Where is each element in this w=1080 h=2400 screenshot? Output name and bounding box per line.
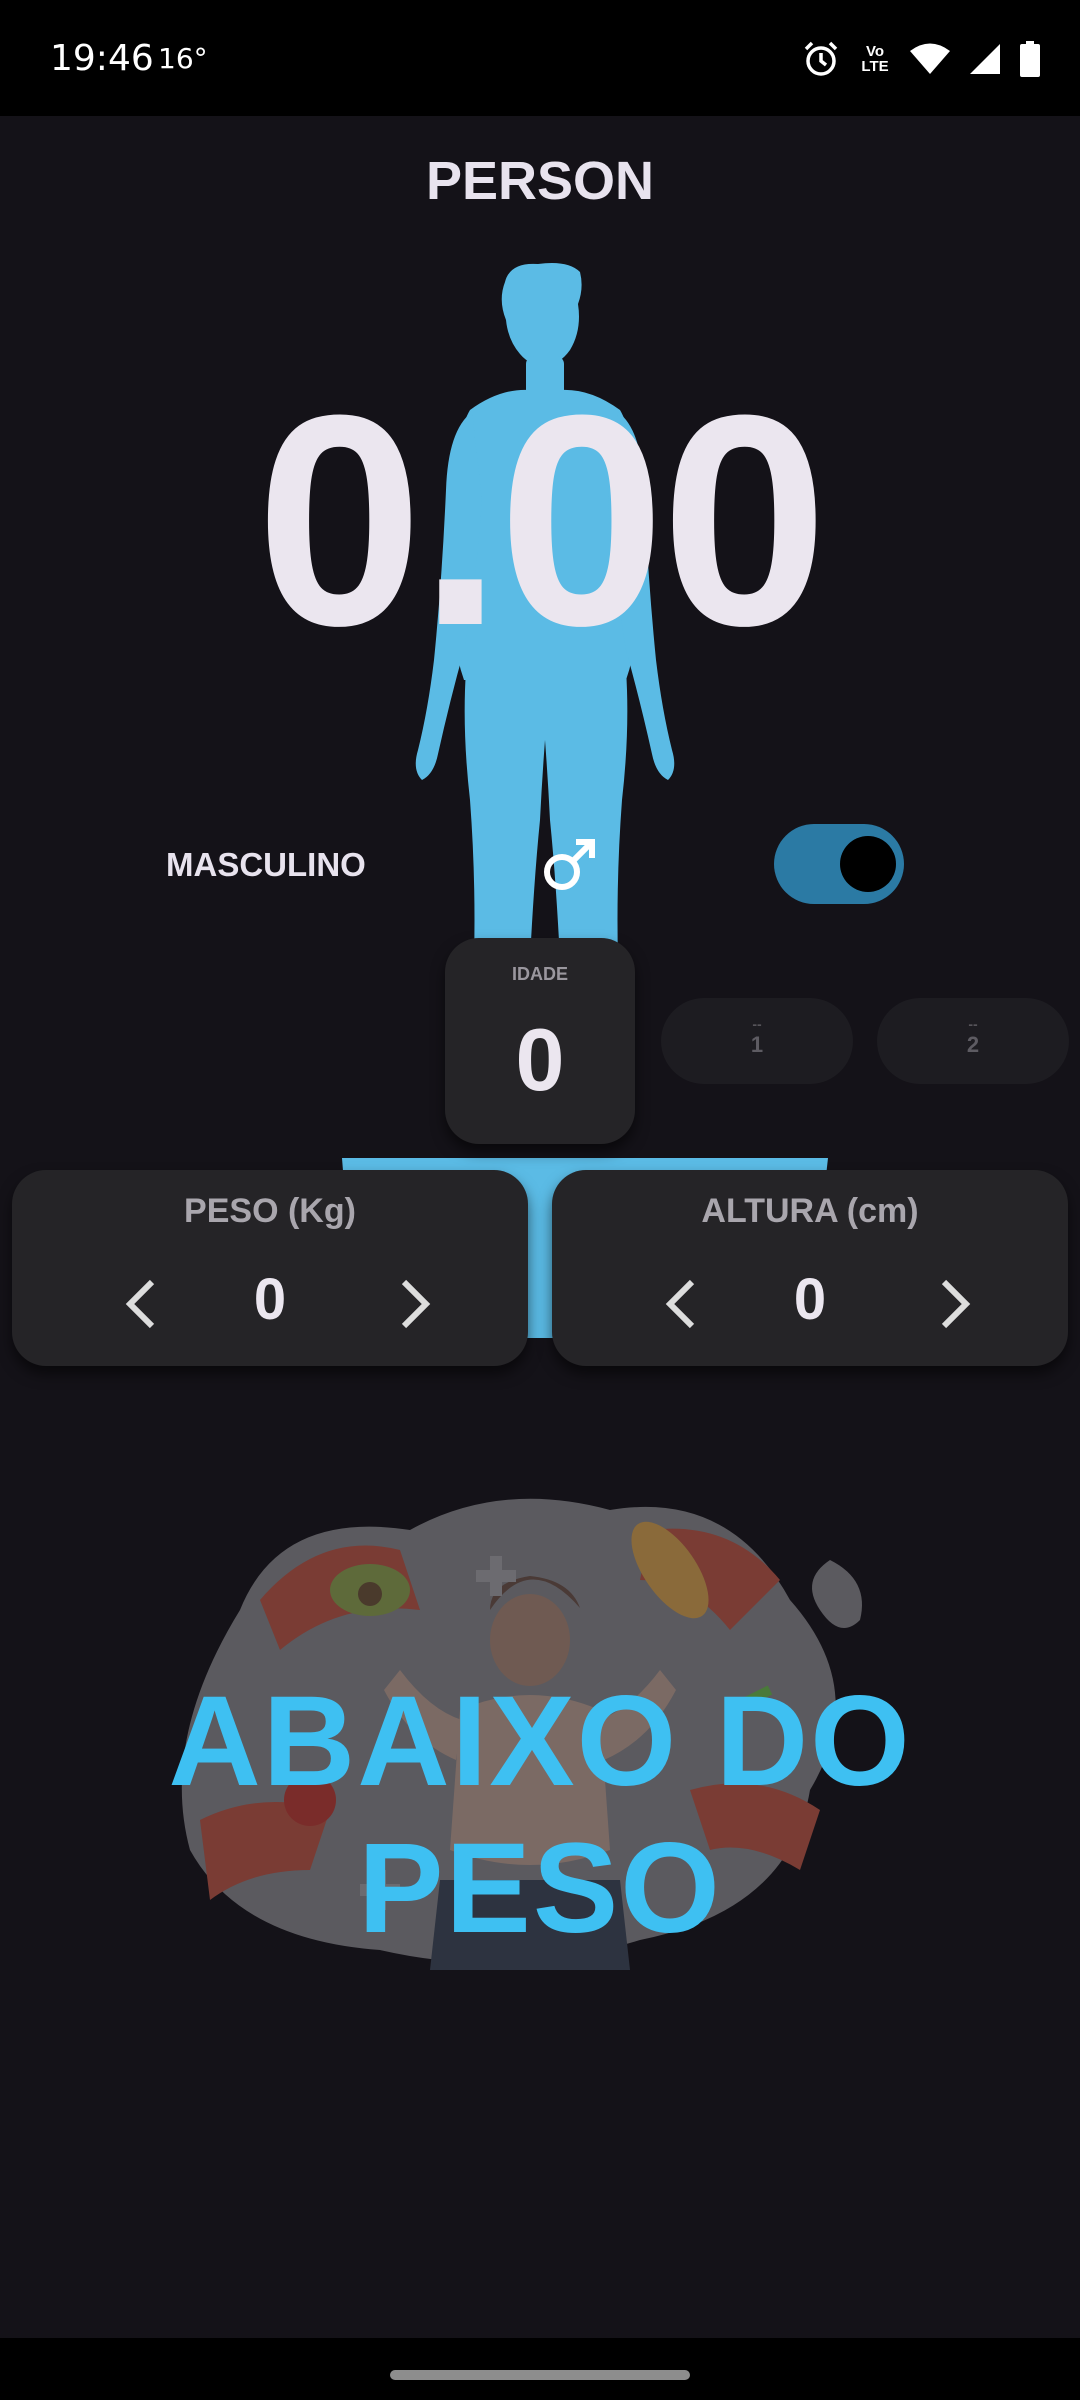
male-symbol-icon	[538, 834, 600, 901]
signal-icon	[968, 42, 1002, 76]
home-gesture-handle[interactable]	[390, 2370, 690, 2380]
age-option-dash: --	[968, 1016, 978, 1032]
alarm-icon	[802, 40, 840, 78]
age-option-value: 2	[966, 1032, 980, 1057]
gender-toggle[interactable]	[774, 824, 904, 904]
gender-label: MASCULINO	[166, 846, 366, 883]
age-value: 0	[515, 1010, 565, 1109]
age-option-dash: --	[752, 1016, 762, 1032]
toggle-knob	[840, 836, 896, 892]
status-bar: 19:46 16° Vo LTE	[0, 0, 1080, 116]
age-label: IDADE	[511, 964, 568, 984]
bmi-value: 0.00	[256, 352, 828, 688]
bmi-result-text: ABAIXO DO PESO	[168, 1670, 912, 1960]
age-card[interactable]: IDADE 0	[445, 938, 635, 1144]
weight-value: 0	[253, 1267, 287, 1332]
weight-decrease-chevron-left-icon[interactable]	[114, 1274, 174, 1334]
age-option-value: 1	[750, 1032, 764, 1057]
page-title: PERSON	[425, 151, 655, 211]
height-card: ALTURA (cm) 0	[552, 1170, 1068, 1366]
height-decrease-chevron-left-icon[interactable]	[654, 1274, 714, 1334]
status-temperature: 16°	[158, 42, 208, 75]
height-title: ALTURA (cm)	[701, 1192, 919, 1230]
height-increase-chevron-right-icon[interactable]	[922, 1274, 982, 1334]
weight-increase-chevron-right-icon[interactable]	[382, 1274, 442, 1334]
wifi-icon	[910, 42, 950, 76]
status-time: 19:46	[50, 38, 154, 79]
weight-title: PESO (Kg)	[184, 1192, 356, 1230]
volte-icon: Vo LTE	[861, 43, 889, 75]
navigation-bar	[0, 2338, 1080, 2400]
status-icons: Vo LTE	[802, 40, 1040, 78]
age-option-2[interactable]: -- 2	[877, 998, 1069, 1084]
height-value: 0	[793, 1267, 827, 1332]
age-option-1[interactable]: -- 1	[661, 998, 853, 1084]
battery-icon	[1020, 41, 1040, 77]
weight-card: PESO (Kg) 0	[12, 1170, 528, 1366]
